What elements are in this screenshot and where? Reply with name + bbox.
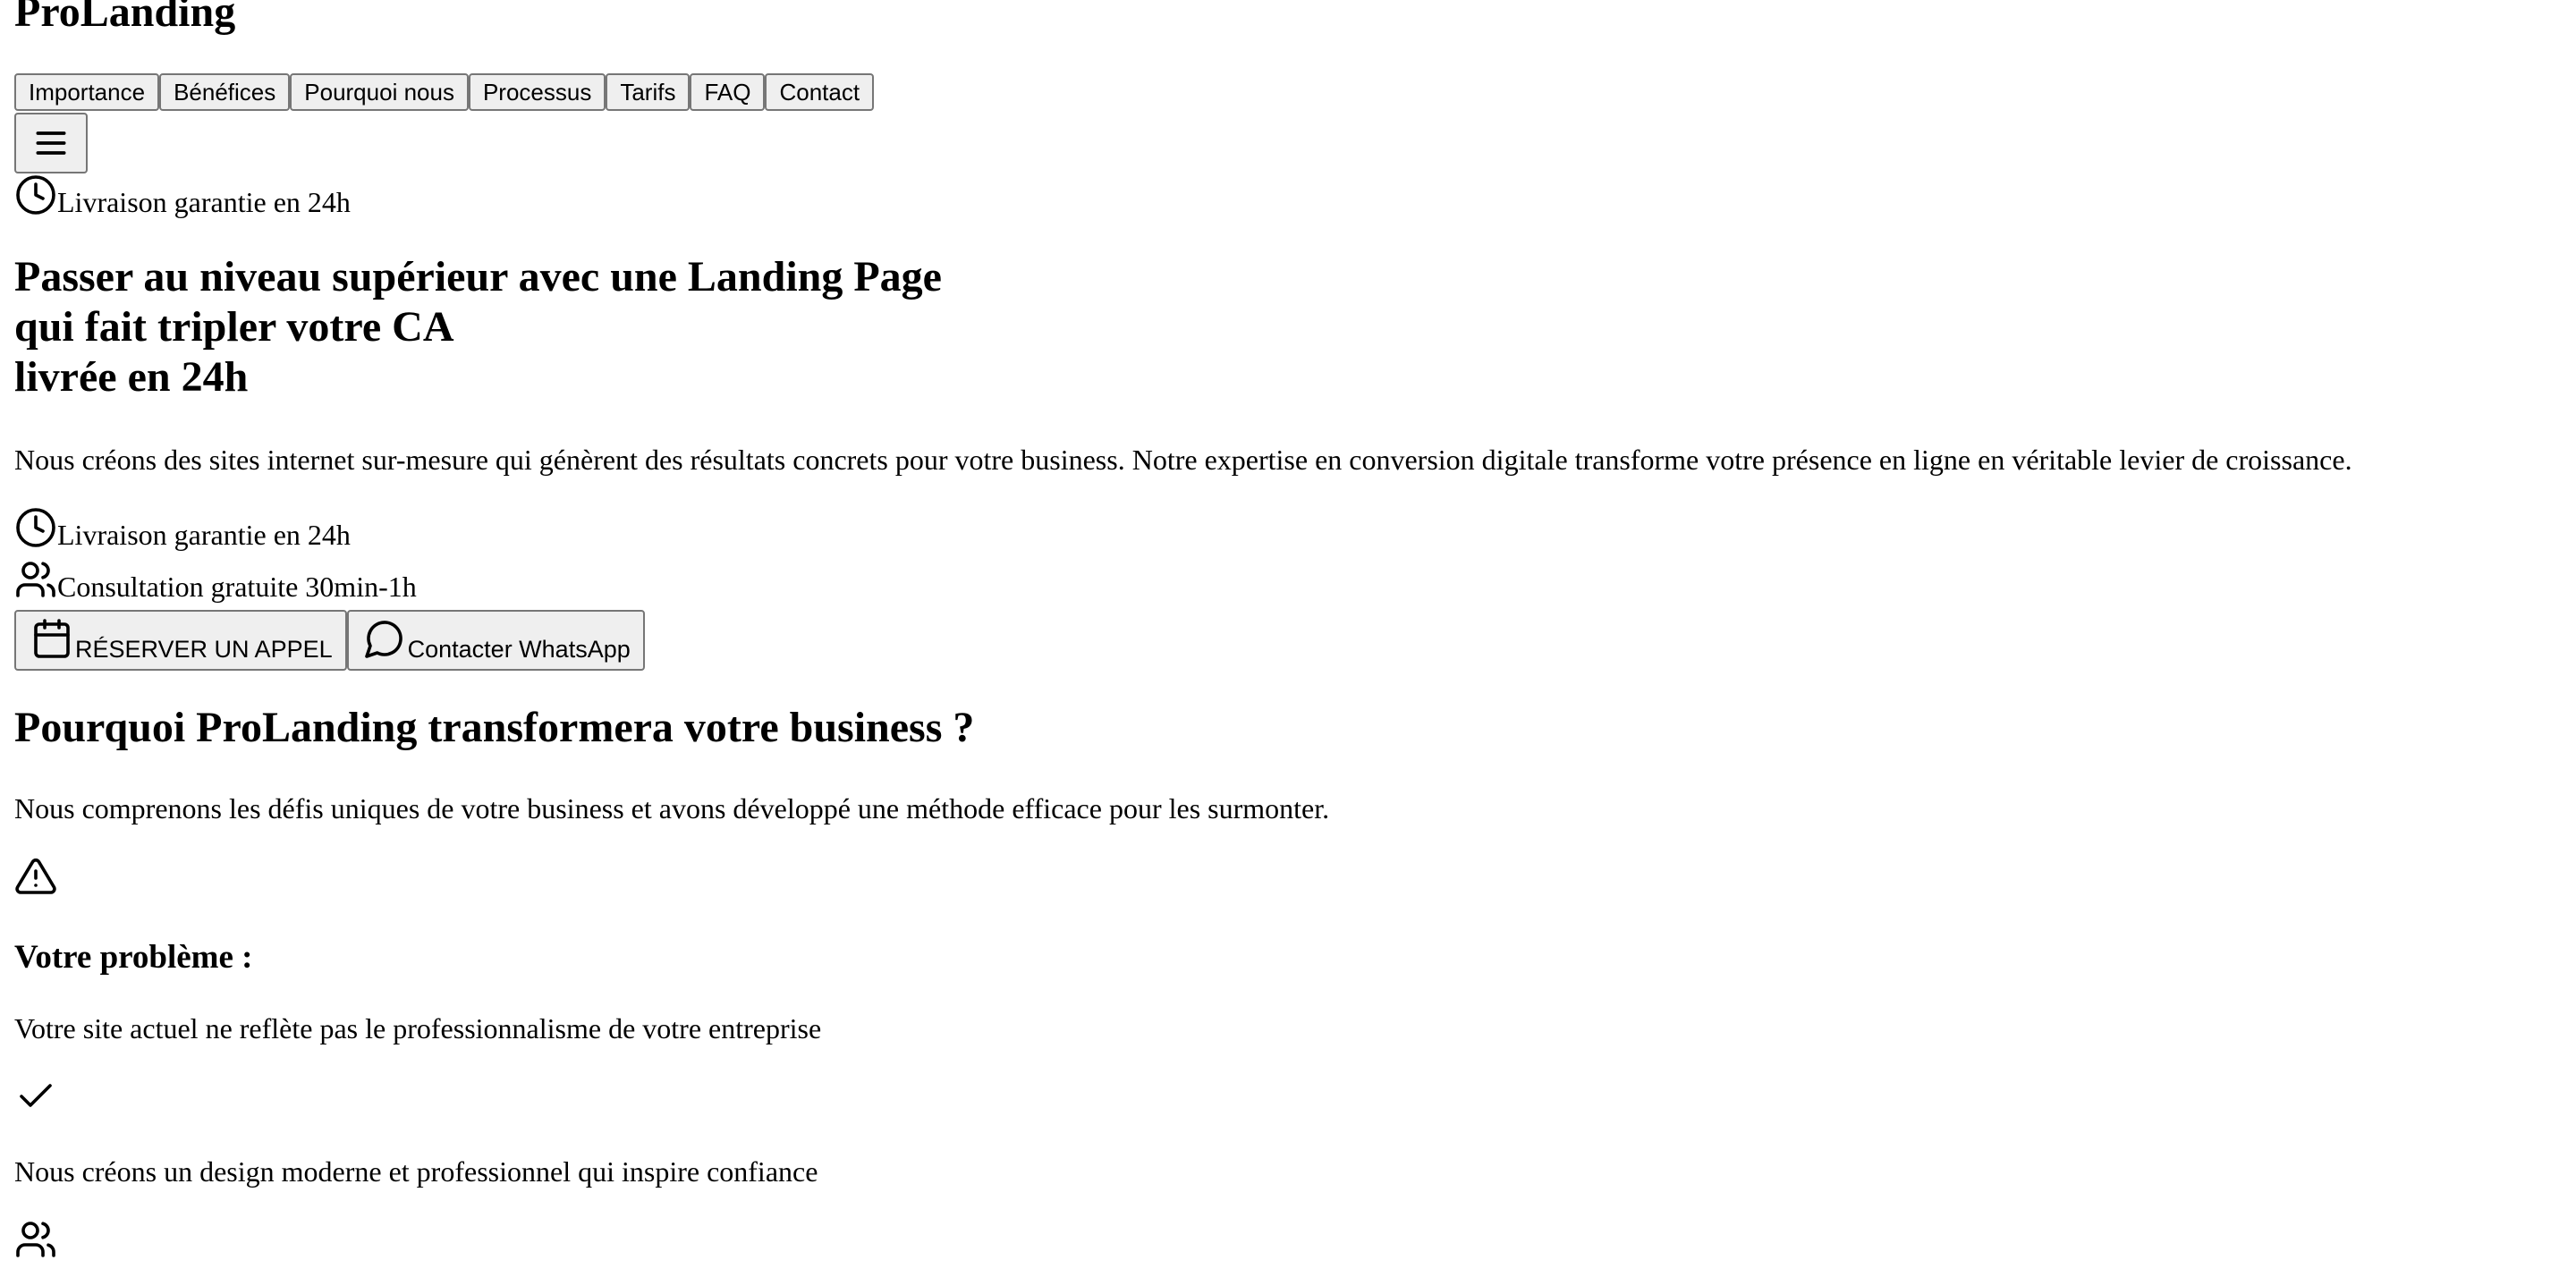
feature-consultation: Consultation gratuite 30min-1h <box>14 558 417 603</box>
check-icon <box>20 1084 52 1107</box>
hero-description: Nous créons des sites internet sur-mesur… <box>14 444 2352 476</box>
users-icon <box>16 1222 55 1257</box>
nav-pourquoi-nous[interactable]: Pourquoi nous <box>290 73 469 111</box>
users-icon <box>16 562 55 597</box>
why-title: Pourquoi ProLanding transformera votre b… <box>14 704 975 751</box>
message-circle-icon <box>364 621 402 658</box>
mobile-menu-button[interactable] <box>14 113 88 173</box>
hero-title-line-3: livrée en 24h <box>14 353 249 401</box>
solution-text: Nous créons un design moderne et profess… <box>14 1155 818 1188</box>
hamburger-menu-icon <box>36 131 66 155</box>
nav-faq[interactable]: FAQ <box>690 73 766 111</box>
hero-title-line-1: Passer au niveau supérieur avec une Land… <box>14 253 942 300</box>
hero-title-line-2: qui fait tripler votre CA <box>14 303 454 351</box>
feature-delivery-text: Livraison garantie en 24h <box>57 519 351 551</box>
whatsapp-button[interactable]: Contacter WhatsApp <box>346 610 645 671</box>
nav-tarifs[interactable]: Tarifs <box>606 73 691 111</box>
clock-icon <box>16 508 55 547</box>
hero-badge-text: Livraison garantie en 24h <box>57 186 351 218</box>
nav-importance[interactable]: Importance <box>14 73 160 111</box>
clock-icon <box>16 175 55 215</box>
warning-triangle-icon <box>15 858 56 894</box>
hero-cta-group: RÉSERVER UN APPEL Contacter WhatsApp <box>14 610 645 671</box>
main-nav: Importance Bénéfices Pourquoi nous Proce… <box>14 73 875 111</box>
book-call-button[interactable]: RÉSERVER UN APPEL <box>14 610 347 671</box>
hero-title: Passer au niveau supérieur avec une Land… <box>14 252 942 402</box>
whatsapp-label: Contacter WhatsApp <box>407 636 631 663</box>
book-call-label: RÉSERVER UN APPEL <box>75 636 333 663</box>
calendar-icon <box>34 619 70 658</box>
nav-processus[interactable]: Processus <box>468 73 606 111</box>
feature-delivery: Livraison garantie en 24h <box>14 506 351 551</box>
hero-badge: Livraison garantie en 24h <box>14 173 351 218</box>
nav-contact[interactable]: Contact <box>765 73 875 111</box>
problem-text: Votre site actuel ne reflète pas le prof… <box>14 1012 822 1044</box>
brand-logo-text: ProLanding <box>14 0 236 36</box>
feature-consultation-text: Consultation gratuite 30min-1h <box>57 571 417 603</box>
why-subtitle: Nous comprenons les défis uniques de vot… <box>14 792 1330 825</box>
problem-title: Votre problème : <box>14 939 253 976</box>
nav-benefices[interactable]: Bénéfices <box>159 73 291 111</box>
